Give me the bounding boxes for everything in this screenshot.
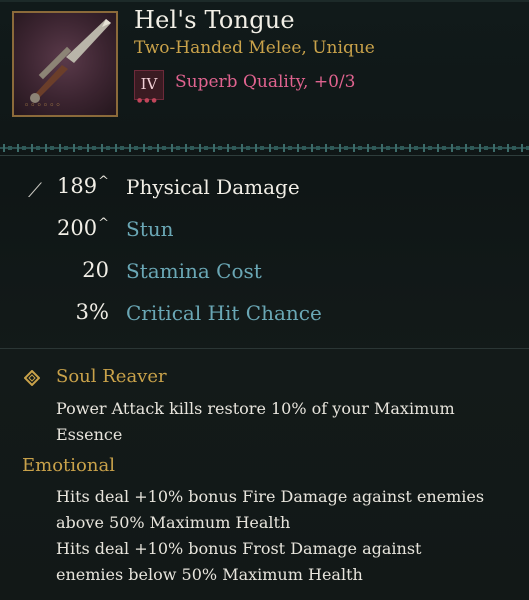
- section-separator: [0, 348, 529, 349]
- quality-text: Superb Quality, +0/3: [175, 72, 356, 92]
- emotional-line: Hits deal +10% bonus Frost Damage agains…: [56, 539, 422, 558]
- item-tooltip-panel: ◦◦◦◦◦◦ Hel's Tongue Two-Handed Melee, Un…: [0, 0, 529, 600]
- stat-label: Critical Hit Chance: [126, 301, 322, 325]
- emotional-title: Emotional: [22, 455, 115, 476]
- item-thumbnail: ◦◦◦◦◦◦: [12, 11, 118, 117]
- upgrade-caret-icon: ^: [98, 216, 109, 231]
- item-type: Two-Handed Melee, Unique: [134, 38, 375, 58]
- ornamental-divider: [0, 140, 529, 156]
- stat-label: Physical Damage: [126, 175, 300, 199]
- stat-stamina-cost: 20 Stamina Cost: [0, 258, 529, 290]
- stat-stun: 200^ Stun: [0, 216, 529, 248]
- stat-critical-hit-chance: 3% Critical Hit Chance: [0, 300, 529, 332]
- sword-stat-icon: ⟋: [28, 178, 42, 202]
- perk-line: Power Attack kills restore 10% of your M…: [56, 399, 455, 418]
- tier-dots: ●●●: [137, 97, 159, 104]
- stat-label: Stamina Cost: [126, 259, 262, 283]
- tier-badge: IV: [134, 70, 164, 100]
- panel-top-border: [0, 0, 529, 2]
- emotional-description: Hits deal +10% bonus Fire Damage against…: [56, 484, 506, 588]
- item-name: Hel's Tongue: [134, 6, 295, 34]
- perk-description: Power Attack kills restore 10% of your M…: [56, 396, 496, 448]
- stat-value: 200^: [57, 216, 109, 240]
- sword-icon: [30, 19, 111, 103]
- emotional-line: above 50% Maximum Health: [56, 513, 291, 532]
- ornament-border: ◦◦◦◦◦◦: [24, 101, 62, 111]
- emotional-line: enemies below 50% Maximum Health: [56, 565, 363, 584]
- upgrade-caret-icon: ^: [98, 174, 109, 189]
- perk-title: Soul Reaver: [56, 366, 167, 387]
- diamond-icon: [24, 370, 40, 386]
- stat-label: Stun: [126, 217, 174, 241]
- stat-value: 20: [82, 258, 109, 282]
- perk-line: Essence: [56, 425, 123, 444]
- stat-physical-damage: ⟋ 189^ Physical Damage: [0, 174, 529, 206]
- stat-value: 3%: [75, 300, 109, 324]
- emotional-line: Hits deal +10% bonus Fire Damage against…: [56, 487, 485, 506]
- stat-value: 189^: [57, 174, 109, 198]
